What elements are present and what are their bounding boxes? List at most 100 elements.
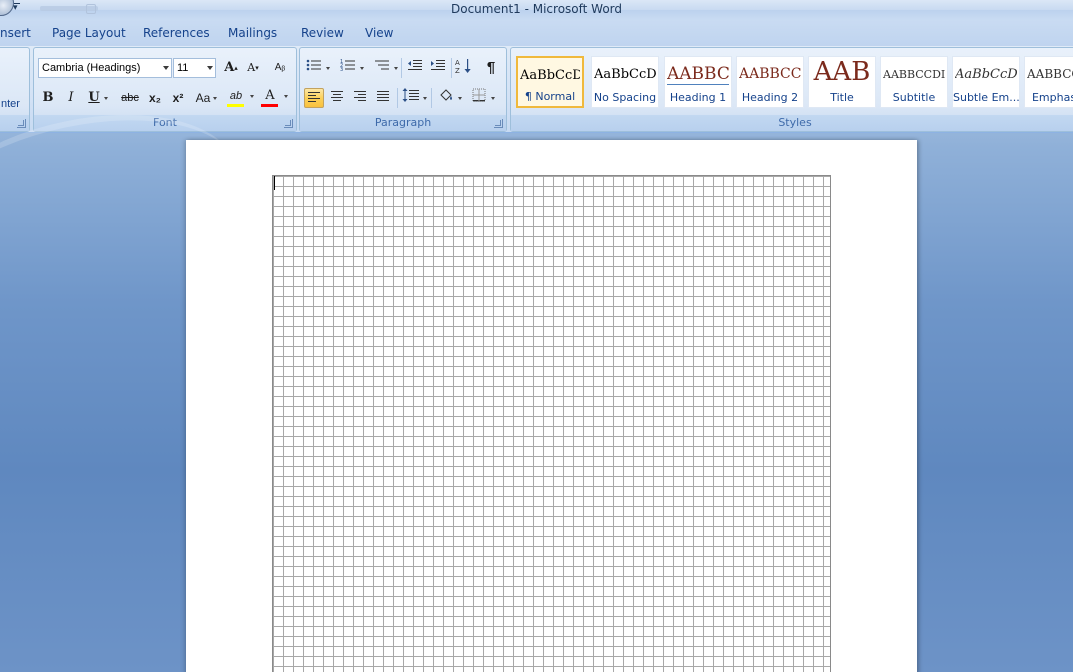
superscript-button[interactable]: x² — [168, 88, 188, 108]
paragraph-group: 123 AZ ¶ Paragraph — [299, 47, 507, 132]
chevron-down-icon — [104, 97, 108, 100]
clipboard-group: nter — [0, 47, 30, 132]
style-sample: AaBbCcD — [594, 67, 656, 82]
underline-label: U — [88, 90, 100, 105]
document-page[interactable] — [186, 140, 917, 672]
style-subtle-emphasis[interactable]: AaBbCcD Subtle Em... — [952, 56, 1020, 108]
bold-button[interactable]: B — [38, 88, 58, 108]
style-name: Emphas — [1031, 91, 1073, 104]
tab-insert[interactable]: nsert — [0, 26, 31, 40]
change-case-label: Aa — [195, 91, 211, 105]
window-title: Document1 - Microsoft Word — [450, 2, 623, 16]
paragraph-dialog-launcher-icon[interactable] — [494, 119, 503, 128]
shrink-font-icon[interactable]: A▾ — [243, 58, 263, 78]
style-sample: AABBCC — [739, 66, 801, 82]
chevron-down-icon — [423, 97, 427, 100]
style-name: Heading 1 — [669, 91, 727, 104]
bullets-icon[interactable] — [304, 58, 330, 78]
clear-formatting-icon[interactable]: Aᵦ — [270, 58, 290, 78]
style-subtitle[interactable]: AABBCCDI Subtitle — [880, 56, 948, 108]
show-formatting-marks-button[interactable]: ¶ — [481, 58, 501, 78]
separator — [431, 88, 432, 108]
separator — [397, 88, 398, 108]
separator — [401, 58, 402, 78]
tab-references[interactable]: References — [143, 26, 210, 40]
italic-button[interactable]: I — [61, 88, 81, 108]
clipboard-partial-label: nter — [1, 98, 20, 110]
style-sample: AABBCCDI — [883, 68, 945, 81]
chevron-down-icon — [394, 67, 398, 70]
font-color-label: A — [265, 88, 275, 103]
chevron-down-icon — [284, 95, 288, 98]
chevron-down-icon — [213, 97, 217, 100]
svg-text:3: 3 — [340, 67, 343, 72]
borders-icon[interactable] — [469, 88, 495, 108]
highlight-button[interactable]: ab — [224, 86, 254, 107]
separator — [451, 58, 452, 78]
subscript-button[interactable]: x₂ — [145, 88, 165, 108]
styles-group: AaBbCcD ¶ Normal AaBbCcD No Spacing AABB… — [510, 47, 1073, 132]
font-dialog-launcher-icon[interactable] — [284, 119, 293, 128]
shading-icon[interactable] — [436, 88, 462, 108]
styles-group-label: Styles — [511, 115, 1073, 131]
svg-text:A: A — [455, 59, 460, 67]
paragraph-group-label: Paragraph — [300, 115, 506, 131]
style-sample: AABBC — [667, 64, 729, 85]
style-sample: AABBCC — [1027, 67, 1073, 81]
align-left-button[interactable] — [304, 88, 324, 108]
ribbon-tabs: nsert Page Layout References Mailings Re… — [0, 20, 1073, 46]
tab-mailings[interactable]: Mailings — [228, 26, 277, 40]
style-no-spacing[interactable]: AaBbCcD No Spacing — [591, 56, 659, 108]
tab-page-layout[interactable]: Page Layout — [52, 26, 126, 40]
font-size-combo[interactable]: 11 — [173, 58, 216, 78]
title-bar: ▾ Document1 - Microsoft Word — [0, 0, 1073, 20]
style-name: Heading 2 — [741, 91, 799, 104]
change-case-button[interactable]: Aa — [191, 88, 217, 108]
grow-font-icon[interactable]: A▴ — [221, 58, 241, 78]
style-name: No Spacing — [593, 91, 657, 104]
text-cursor — [274, 176, 275, 190]
chevron-down-icon — [207, 66, 213, 70]
style-sample: AaBbCcD — [955, 67, 1017, 82]
line-spacing-icon[interactable] — [401, 88, 427, 108]
style-heading-2[interactable]: AABBCC Heading 2 — [736, 56, 804, 108]
align-center-button[interactable] — [327, 88, 347, 108]
decrease-indent-icon[interactable] — [405, 58, 425, 78]
style-name: Title — [830, 91, 854, 104]
style-sample: AaBbCcD — [520, 68, 580, 83]
chevron-down-icon — [326, 67, 330, 70]
style-title[interactable]: AAB Title — [808, 56, 876, 108]
font-name-combo[interactable]: Cambria (Headings) — [38, 58, 172, 78]
chevron-down-icon — [250, 95, 254, 98]
style-name: Subtle Em... — [953, 91, 1020, 104]
align-right-button[interactable] — [350, 88, 370, 108]
chevron-down-icon — [491, 97, 495, 100]
svg-text:Z: Z — [455, 67, 460, 74]
highlight-label: ab — [229, 90, 243, 102]
increase-indent-icon[interactable] — [428, 58, 448, 78]
chevron-down-icon — [458, 97, 462, 100]
style-emphasis[interactable]: AABBCC Emphas — [1024, 56, 1073, 108]
strikethrough-button[interactable]: abc — [118, 88, 142, 108]
font-size-value: 11 — [177, 62, 189, 74]
tab-view[interactable]: View — [365, 26, 393, 40]
chevron-down-icon — [163, 66, 169, 70]
multilevel-list-icon[interactable] — [372, 58, 398, 78]
sort-icon[interactable]: AZ — [454, 58, 474, 78]
justify-button[interactable] — [373, 88, 393, 108]
numbering-icon[interactable]: 123 — [338, 58, 364, 78]
clipboard-dialog-launcher-icon[interactable] — [17, 119, 26, 128]
font-name-value: Cambria (Headings) — [42, 62, 141, 74]
style-name: Subtitle — [892, 91, 936, 104]
tab-review[interactable]: Review — [301, 26, 344, 40]
underline-button[interactable]: U — [84, 88, 108, 108]
grid-table[interactable] — [272, 175, 831, 672]
chevron-down-icon — [360, 67, 364, 70]
style-normal[interactable]: AaBbCcD ¶ Normal — [516, 56, 584, 108]
style-sample: AAB — [813, 57, 871, 87]
font-color-button[interactable]: A — [258, 86, 288, 107]
highlight-color-bar — [227, 104, 244, 107]
style-name: ¶ Normal — [524, 90, 576, 103]
font-color-bar — [261, 104, 278, 107]
style-heading-1[interactable]: AABBC Heading 1 — [664, 56, 732, 108]
